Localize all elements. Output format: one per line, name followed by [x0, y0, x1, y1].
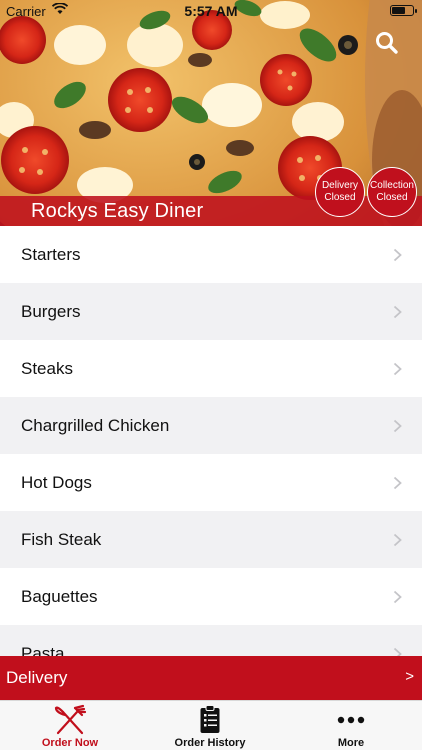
menu-item-label: Baguettes — [21, 586, 98, 606]
collection-status-badge: Collection Closed — [367, 167, 417, 217]
more-dots-icon — [337, 716, 365, 724]
menu-item-fish-steak[interactable]: Fish Steak — [0, 511, 422, 568]
collection-badge-line2: Closed — [376, 192, 408, 203]
menu-item-label: Fish Steak — [21, 529, 102, 549]
chevron-right-icon — [393, 647, 402, 656]
delivery-badge-line2: Closed — [324, 192, 356, 203]
tab-order-history[interactable]: Order History — [140, 701, 280, 750]
menu-item-burgers[interactable]: Burgers — [0, 283, 422, 340]
menu-item-pasta[interactable]: Pasta — [0, 625, 422, 656]
chevron-right-icon — [393, 533, 402, 547]
delivery-mode-label: Delivery — [6, 668, 68, 687]
menu-item-label: Chargrilled Chicken — [21, 415, 170, 435]
tab-label: More — [337, 737, 365, 749]
clock: 5:57 AM — [184, 3, 238, 19]
fork-knife-icon — [54, 704, 87, 735]
clipboard-list-icon — [200, 705, 220, 733]
menu-item-starters[interactable]: Starters — [0, 226, 422, 283]
battery-icon — [390, 5, 417, 16]
chevron-right-icon — [393, 305, 402, 319]
delivery-mode-arrow: > — [405, 668, 414, 685]
tab-label: Order History — [174, 737, 246, 749]
menu-item-label: Pasta — [21, 643, 65, 657]
menu-item-label: Steaks — [21, 358, 73, 378]
menu-item-steaks[interactable]: Steaks — [0, 340, 422, 397]
tab-bar: Order Now Order History More — [0, 700, 422, 750]
chevron-right-icon — [393, 362, 402, 376]
tab-label: Order Now — [41, 737, 99, 749]
delivery-status-badge: Delivery Closed — [315, 167, 365, 217]
chevron-right-icon — [393, 248, 402, 262]
search-button[interactable] — [374, 30, 400, 56]
restaurant-name: Rockys Easy Diner — [31, 200, 204, 222]
menu-item-label: Hot Dogs — [21, 472, 92, 492]
menu-item-hot-dogs[interactable]: Hot Dogs — [0, 454, 422, 511]
chevron-right-icon — [393, 590, 402, 604]
search-icon — [376, 32, 398, 54]
delivery-badge-line1: Delivery — [321, 180, 359, 191]
delivery-mode-bar[interactable]: Delivery > — [0, 656, 422, 700]
menu-category-list[interactable]: Starters Burgers Steaks Chargrilled Chic… — [0, 226, 422, 656]
hero-banner: Carrier 5:57 AM Rockys Easy Diner Delive… — [0, 0, 422, 226]
menu-item-baguettes[interactable]: Baguettes — [0, 568, 422, 625]
menu-item-chargrilled-chicken[interactable]: Chargrilled Chicken — [0, 397, 422, 454]
tab-more[interactable]: More — [281, 701, 421, 750]
menu-item-label: Starters — [21, 244, 81, 264]
chevron-right-icon — [393, 419, 402, 433]
battery-fill — [392, 7, 405, 14]
collection-badge-line1: Collection — [370, 180, 414, 191]
chevron-right-icon — [393, 476, 402, 490]
status-bar: Carrier 5:57 AM — [0, 0, 422, 22]
menu-item-label: Burgers — [21, 301, 81, 321]
tab-order-now[interactable]: Order Now — [0, 701, 140, 750]
